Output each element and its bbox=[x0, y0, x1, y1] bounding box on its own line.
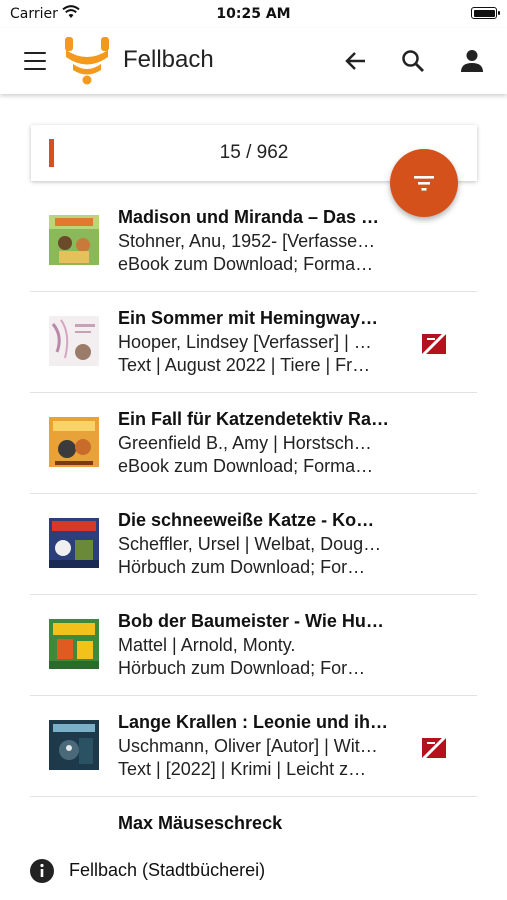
back-arrow-icon[interactable] bbox=[343, 48, 369, 74]
unavailable-icon bbox=[421, 734, 447, 760]
library-logo-icon bbox=[65, 37, 109, 85]
item-author: Stohner, Anu, 1952- [Verfasse… bbox=[118, 231, 376, 251]
book-cover bbox=[49, 417, 99, 467]
item-title: Madison und Miranda – Das … bbox=[118, 207, 380, 227]
book-cover bbox=[49, 619, 99, 669]
item-title: Ein Fall für Katzendetektiv Ra… bbox=[118, 409, 390, 429]
info-icon bbox=[30, 859, 54, 883]
item-format: Hörbuch zum Download; For… bbox=[118, 658, 366, 678]
item-format: eBook zum Download; Forma… bbox=[118, 456, 374, 476]
list-item[interactable]: Lange Krallen : Leonie und ih… Uschmann,… bbox=[30, 696, 477, 797]
item-author: Hooper, Lindsey [Verfasser] | … bbox=[118, 332, 372, 352]
book-cover bbox=[49, 518, 99, 568]
page-title: Fellbach bbox=[123, 46, 214, 73]
item-author: Greenfield B., Amy | Horstsch… bbox=[118, 433, 372, 453]
list-item[interactable]: Bob der Baumeister - Wie Hu… Mattel | Ar… bbox=[30, 595, 477, 696]
account-icon[interactable] bbox=[459, 48, 485, 74]
unavailable-icon bbox=[421, 330, 447, 356]
item-title: Lange Krallen : Leonie und ih… bbox=[118, 712, 389, 732]
menu-icon[interactable] bbox=[24, 52, 46, 71]
book-cover bbox=[49, 720, 99, 770]
item-title: Ein Sommer mit Hemingway… bbox=[118, 308, 379, 328]
list-item[interactable]: Ein Sommer mit Hemingway… Hooper, Lindse… bbox=[30, 292, 477, 393]
item-author: Uschmann, Oliver [Autor] | Wit… bbox=[118, 736, 378, 756]
list-item[interactable]: Madison und Miranda – Das … Stohner, Anu… bbox=[30, 191, 477, 292]
item-title: Die schneeweiße Katze - Ko… bbox=[118, 510, 375, 530]
item-format: Text | [2022] | Krimi | Leicht z… bbox=[118, 759, 367, 779]
item-author: Scheffler, Ursel | Welbat, Doug… bbox=[118, 534, 382, 554]
results-list: Madison und Miranda – Das … Stohner, Anu… bbox=[30, 191, 477, 897]
item-author: Mattel | Arnold, Monty. bbox=[118, 635, 296, 655]
clock: 10:25 AM bbox=[216, 6, 291, 22]
status-bar: Carrier 10:25 AM bbox=[0, 0, 507, 28]
library-name: Fellbach (Stadtbücherei) bbox=[69, 860, 266, 880]
app-bar: Fellbach bbox=[0, 28, 507, 94]
book-cover bbox=[49, 215, 99, 265]
item-format: Text | August 2022 | Tiere | Fr… bbox=[118, 355, 371, 375]
library-selector-bar[interactable]: Fellbach (Stadtbücherei) bbox=[0, 838, 507, 900]
battery-icon bbox=[471, 7, 500, 19]
list-item[interactable]: Ein Fall für Katzendetektiv Ra… Greenfie… bbox=[30, 393, 477, 494]
book-cover bbox=[49, 316, 99, 366]
item-title: Max Mäuseschreck bbox=[118, 813, 283, 833]
item-title: Bob der Baumeister - Wie Hu… bbox=[118, 611, 384, 631]
item-format: eBook zum Download; Forma… bbox=[118, 254, 374, 274]
search-icon[interactable] bbox=[400, 48, 426, 74]
item-format: Hörbuch zum Download; For… bbox=[118, 557, 366, 577]
list-item[interactable]: Die schneeweiße Katze - Ko… Scheffler, U… bbox=[30, 494, 477, 595]
